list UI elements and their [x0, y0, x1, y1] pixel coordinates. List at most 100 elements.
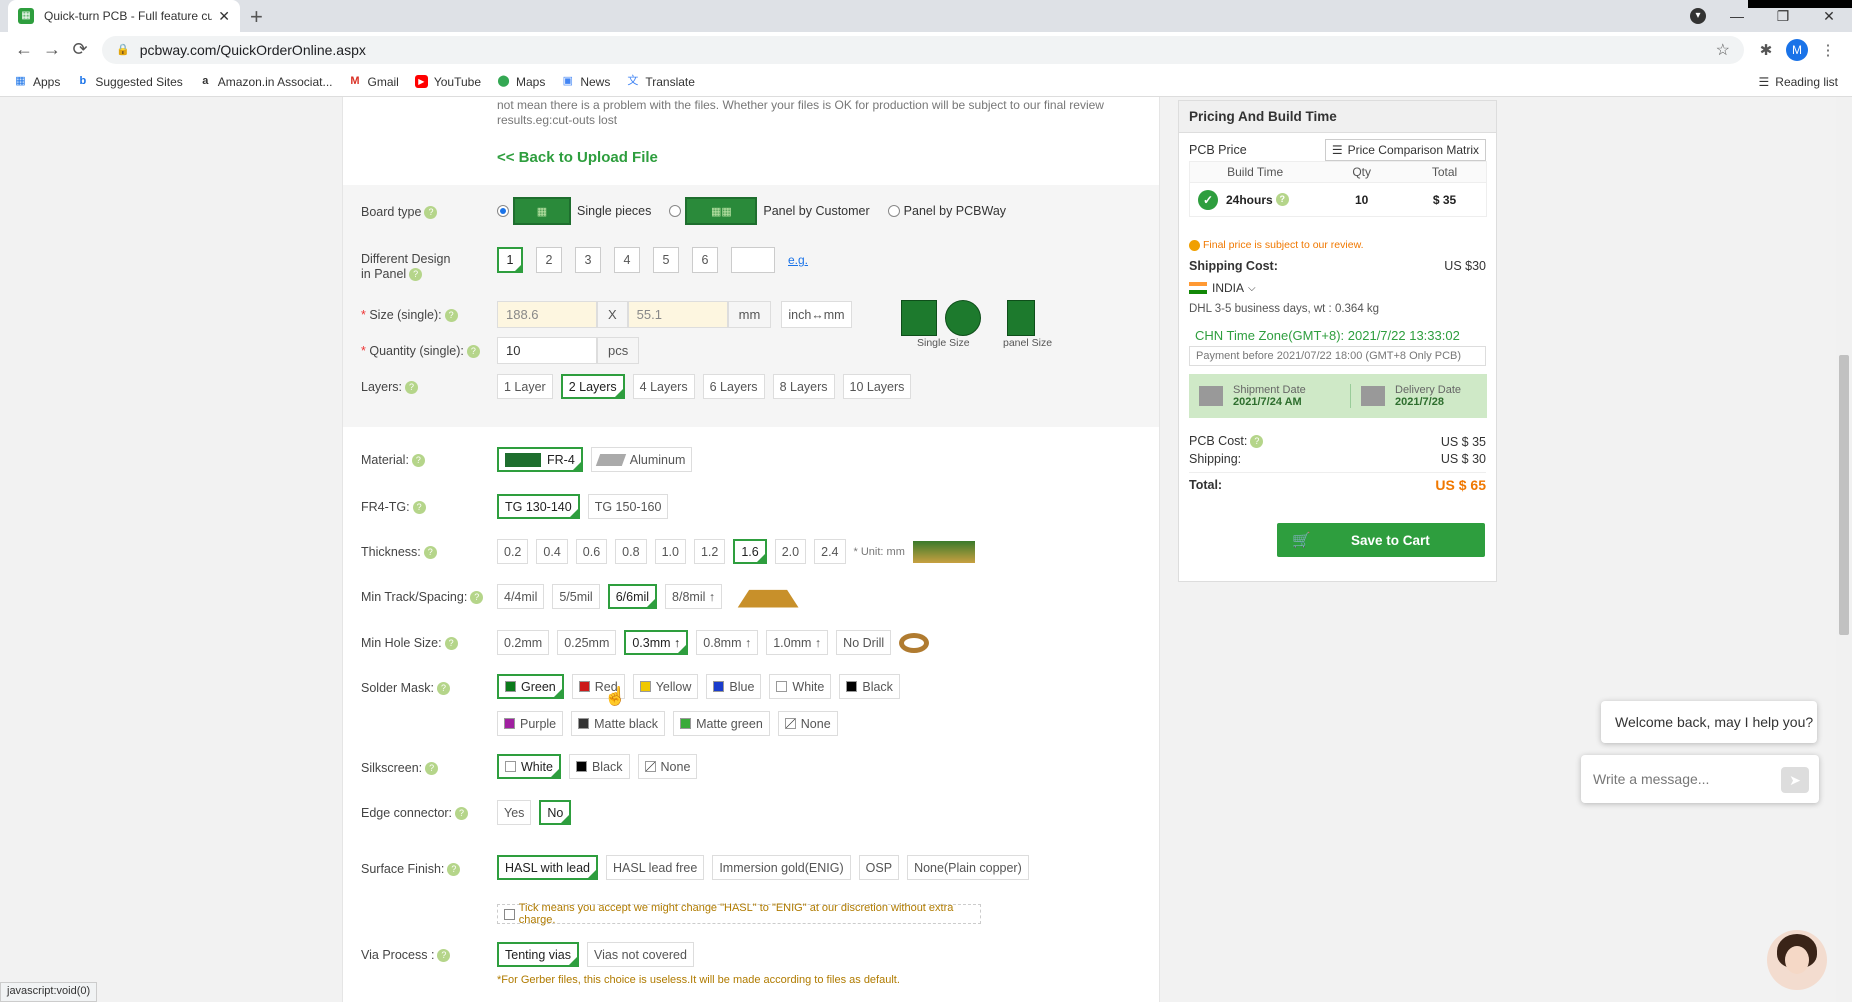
tab-search-icon[interactable]: ▾ [1690, 8, 1706, 24]
tg-option[interactable]: TG 150-160 [587, 494, 669, 519]
material-aluminum[interactable]: Aluminum [590, 447, 693, 472]
bookmark-suggested[interactable]: b Suggested Sites [76, 75, 182, 89]
hole-option[interactable]: No Drill [836, 630, 892, 655]
help-icon[interactable]: ? [466, 345, 480, 359]
maximize-icon[interactable]: ❐ [1760, 8, 1806, 25]
bookmark-news[interactable]: ▣ News [561, 75, 611, 89]
mask-blue[interactable]: Blue [706, 674, 762, 699]
mask-none[interactable]: None [777, 711, 838, 736]
thickness-option[interactable]: 0.6 [575, 539, 608, 564]
hole-option[interactable]: 0.25mm [557, 630, 617, 655]
via-not-covered[interactable]: Vias not covered [587, 942, 694, 967]
url-field[interactable]: 🔒 pcbway.com/QuickOrderOnline.aspx ☆ [102, 35, 1744, 64]
board-type-panel-customer[interactable]: ▦▦ Panel by Customer [669, 197, 870, 225]
new-tab-icon[interactable]: + [250, 4, 263, 30]
design-option-1[interactable]: 1 [497, 247, 523, 273]
design-option-3[interactable]: 3 [575, 247, 601, 273]
silk-white[interactable]: White [497, 754, 561, 779]
help-icon[interactable]: ? [455, 807, 469, 821]
enig-checkbox[interactable] [504, 908, 515, 920]
help-icon[interactable]: ? [470, 591, 484, 605]
mask-matte-green[interactable]: Matte green [673, 711, 770, 736]
layer-option[interactable]: 8 Layers [772, 374, 835, 399]
help-icon[interactable]: ? [447, 863, 461, 877]
thickness-option[interactable]: 0.2 [497, 539, 529, 564]
silk-none[interactable]: None [637, 754, 698, 779]
tg-option-selected[interactable]: TG 130-140 [497, 494, 580, 519]
bookmark-gmail[interactable]: M Gmail [349, 75, 398, 89]
silk-black[interactable]: Black [568, 754, 630, 779]
help-icon[interactable]: ? [444, 637, 458, 651]
thickness-option[interactable]: 0.8 [615, 539, 647, 564]
radio-unchecked[interactable] [669, 205, 682, 217]
surface-option[interactable]: Immersion gold(ENIG) [712, 855, 851, 880]
track-option[interactable]: 5/5mil [552, 584, 600, 609]
close-window-icon[interactable]: ✕ [1806, 8, 1852, 25]
enig-consent[interactable]: Tick means you accept we might change "H… [497, 902, 981, 926]
scrollbar-thumb[interactable] [1839, 355, 1849, 635]
minimize-icon[interactable]: — [1714, 8, 1760, 24]
help-icon[interactable]: ? [405, 381, 418, 395]
size-height-input[interactable]: 55.1 [627, 301, 728, 328]
track-option[interactable]: 4/4mil [497, 584, 545, 609]
help-icon[interactable]: ? [409, 268, 423, 282]
radio-checked[interactable] [497, 205, 509, 217]
price-matrix-button[interactable]: ☰ Price Comparison Matrix [1324, 139, 1486, 161]
price-row[interactable]: ✓ 24hours? 10 $ 35 [1189, 183, 1487, 217]
layer-option[interactable]: 6 Layers [702, 374, 765, 399]
chat-message-input[interactable]: Write a message... ➤ [1581, 755, 1819, 803]
help-icon[interactable]: ? [412, 501, 426, 515]
help-icon[interactable]: ? [437, 949, 451, 963]
inch-mm-toggle[interactable]: inch↔mm [781, 301, 852, 328]
mask-black[interactable]: Black [839, 674, 900, 699]
surface-option-selected[interactable]: HASL with lead [497, 855, 598, 880]
back-to-upload-link[interactable]: << Back to Upload File [497, 149, 658, 166]
help-icon[interactable]: ? [411, 454, 425, 468]
back-icon[interactable]: ← [10, 39, 38, 60]
send-icon[interactable]: ➤ [1781, 767, 1809, 793]
country-select[interactable]: INDIA ⌵ [1189, 281, 1486, 295]
edge-no[interactable]: No [539, 800, 572, 825]
design-option-6[interactable]: 6 [692, 247, 718, 273]
help-icon[interactable]: ? [1275, 193, 1289, 207]
surface-option[interactable]: None(Plain copper) [907, 855, 1029, 880]
eg-link[interactable]: e.g. [788, 253, 808, 267]
help-icon[interactable]: ? [436, 682, 450, 696]
surface-option[interactable]: HASL lead free [606, 855, 705, 880]
design-option-2[interactable]: 2 [536, 247, 562, 273]
edge-yes[interactable]: Yes [497, 800, 532, 825]
help-icon[interactable]: ? [423, 546, 437, 560]
mask-white[interactable]: White [769, 674, 832, 699]
bookmark-translate[interactable]: 文 Translate [626, 75, 695, 89]
save-to-cart-button[interactable]: 🛒 Save to Cart [1277, 523, 1485, 557]
close-tab-icon[interactable]: ✕ [218, 8, 230, 25]
bookmark-star-icon[interactable]: ☆ [1716, 40, 1730, 60]
surface-option[interactable]: OSP [858, 855, 900, 880]
track-option[interactable]: 8/8mil ↑ [665, 584, 723, 609]
mask-purple[interactable]: Purple [497, 711, 564, 736]
thickness-option[interactable]: 1.0 [654, 539, 686, 564]
help-icon[interactable]: ? [424, 206, 438, 220]
extensions-icon[interactable]: ✱ [1752, 41, 1780, 59]
bookmark-youtube[interactable]: ▶ YouTube [414, 75, 481, 89]
thickness-option[interactable]: 0.4 [536, 539, 568, 564]
forward-icon[interactable]: → [38, 39, 66, 60]
url-text[interactable]: pcbway.com/QuickOrderOnline.aspx [140, 42, 366, 58]
track-option-selected[interactable]: 6/6mil [607, 584, 658, 609]
bookmark-maps[interactable]: ⬤ Maps [497, 75, 545, 89]
design-custom-input[interactable] [731, 247, 775, 273]
radio-unchecked[interactable] [887, 205, 900, 217]
chat-agent-avatar[interactable] [1767, 930, 1827, 990]
reload-icon[interactable]: ⟳ [66, 39, 94, 60]
hole-option-selected[interactable]: 0.3mm ↑ [624, 630, 689, 655]
mask-matte-black[interactable]: Matte black [571, 711, 666, 736]
thickness-option[interactable]: 2.0 [774, 539, 807, 564]
hole-option[interactable]: 0.2mm [497, 630, 550, 655]
design-option-5[interactable]: 5 [653, 247, 679, 273]
thickness-option[interactable]: 2.4 [814, 539, 846, 564]
help-icon[interactable]: ? [444, 309, 458, 323]
menu-icon[interactable]: ⋮ [1814, 41, 1842, 59]
hole-option[interactable]: 0.8mm ↑ [696, 630, 759, 655]
reading-list[interactable]: ☰ Reading list [1759, 75, 1838, 89]
help-icon[interactable]: ? [1250, 435, 1264, 449]
